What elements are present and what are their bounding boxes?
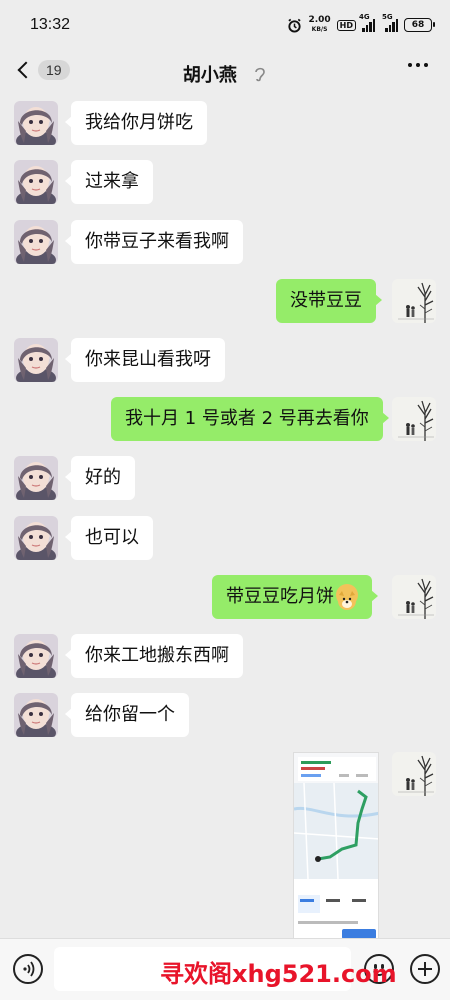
outgoing-message-bubble[interactable]: 我十月 1 号或者 2 号再去看你 (111, 397, 389, 441)
signal-label-2: 5G (382, 13, 393, 21)
contact-avatar[interactable] (14, 516, 58, 560)
ear-icon (253, 65, 267, 85)
incoming-message-bubble[interactable]: 给你留一个 (65, 693, 189, 737)
my-avatar[interactable] (392, 397, 436, 441)
my-avatar[interactable] (392, 752, 436, 796)
status-icons: 2.00 KB/S HD 4G 5G 68 (287, 13, 435, 34)
plus-icon[interactable] (410, 954, 440, 984)
outgoing-message-bubble[interactable]: 没带豆豆 (276, 279, 382, 323)
contact-avatar[interactable] (14, 101, 58, 145)
status-bar: 13:32 2.00 KB/S HD 4G 5G 68 (0, 0, 450, 50)
contact-avatar[interactable] (14, 456, 58, 500)
incoming-message-bubble[interactable]: 你来工地搬东西啊 (65, 634, 243, 678)
chat-header: 19 胡小燕 (0, 50, 450, 96)
contact-avatar[interactable] (14, 338, 58, 382)
incoming-message-bubble[interactable]: 我给你月饼吃 (65, 101, 207, 145)
alarm-icon (288, 18, 302, 33)
signal-label-1: 4G (359, 13, 370, 21)
my-avatar[interactable] (392, 575, 436, 619)
my-avatar[interactable] (392, 279, 436, 323)
outgoing-message-text: 带豆豆吃月饼 (226, 586, 334, 607)
contact-avatar[interactable] (14, 693, 58, 737)
voice-icon[interactable] (13, 954, 43, 984)
watermark-text: 寻欢阁xhg521.com (160, 960, 397, 988)
signal-icon-2: 5G (382, 13, 398, 32)
net-speed: 2.00 KB/S (308, 16, 330, 34)
net-speed-unit: KB/S (311, 26, 328, 33)
dog-emoji-icon (336, 584, 358, 610)
contact-avatar[interactable] (14, 160, 58, 204)
net-speed-value: 2.00 (308, 15, 331, 25)
chat-title-wrap: 胡小燕 (0, 61, 450, 87)
contact-avatar[interactable] (14, 634, 58, 678)
incoming-message-bubble[interactable]: 好的 (65, 456, 135, 500)
signal-icon: 4G (359, 13, 375, 32)
map-screenshot-image[interactable] (293, 752, 379, 940)
incoming-message-bubble[interactable]: 你带豆子来看我啊 (65, 220, 243, 264)
contact-avatar[interactable] (14, 220, 58, 264)
battery-level: 68 (411, 20, 425, 30)
outgoing-message-bubble[interactable]: 带豆豆吃月饼 (212, 575, 378, 619)
status-time: 13:32 (30, 16, 71, 33)
chat-title: 胡小燕 (182, 65, 237, 86)
more-icon[interactable] (408, 63, 428, 67)
battery-icon: 68 (404, 18, 435, 32)
incoming-message-bubble[interactable]: 你来昆山看我呀 (65, 338, 225, 382)
hd-badge: HD (336, 19, 356, 31)
incoming-message-bubble[interactable]: 过来拿 (65, 160, 153, 204)
incoming-message-bubble[interactable]: 也可以 (65, 516, 153, 560)
